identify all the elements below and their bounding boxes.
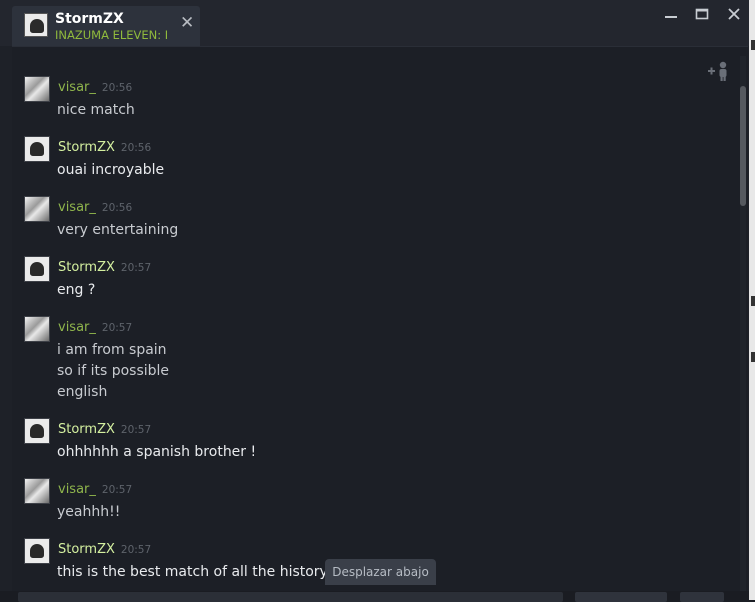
scrollbar-thumb[interactable] <box>740 86 746 206</box>
message-line: ohhhhhh a spanish brother ! <box>57 444 257 460</box>
message-line: nice match <box>57 102 135 118</box>
message-line: eng ? <box>57 282 96 298</box>
message-author[interactable]: StormZX 20:56 <box>58 140 151 155</box>
message-author[interactable]: visar_ 20:57 <box>58 320 132 335</box>
message-time: 20:57 <box>101 484 133 496</box>
message-author[interactable]: visar_ 20:57 <box>58 482 132 497</box>
message-time: 20:57 <box>120 424 152 436</box>
message-line: so if its possible <box>57 363 170 379</box>
scroll-down-button[interactable]: Desplazar abajo <box>325 559 436 585</box>
chat-log[interactable] <box>12 46 748 592</box>
send-button[interactable] <box>575 592 667 602</box>
avatar[interactable] <box>24 256 50 282</box>
avatar[interactable] <box>24 196 50 222</box>
desktop-edge-mark <box>751 296 755 306</box>
message-line: ouai incroyable <box>57 162 165 178</box>
minimize-button[interactable] <box>659 6 683 26</box>
chat-tab[interactable]: StormZX INAZUMA ELEVEN: I ✕ <box>12 6 200 46</box>
tab-friend-name: StormZX <box>55 11 124 27</box>
chat-window: StormZX INAZUMA ELEVEN: I ✕ visar_ 20:56 … <box>0 0 749 602</box>
message-time: 20:57 <box>120 262 152 274</box>
avatar[interactable] <box>24 538 50 564</box>
message-time: 20:56 <box>120 142 152 154</box>
message-time: 20:57 <box>101 322 133 334</box>
maximize-button[interactable] <box>690 6 714 26</box>
tab-game-status: INAZUMA ELEVEN: I <box>55 28 169 42</box>
desktop-edge-mark <box>751 352 755 362</box>
close-window-button[interactable] <box>722 6 746 26</box>
message-line: i am from spain <box>57 342 167 358</box>
message-author[interactable]: StormZX 20:57 <box>58 422 151 437</box>
tab-close-icon[interactable]: ✕ <box>180 13 194 33</box>
message-time: 20:56 <box>101 202 133 214</box>
add-user-icon <box>708 61 727 81</box>
message-author[interactable]: StormZX 20:57 <box>58 542 151 557</box>
add-friend-button[interactable] <box>706 60 732 82</box>
message-author[interactable]: StormZX 20:57 <box>58 260 151 275</box>
message-time: 20:57 <box>120 544 152 556</box>
minimize-icon <box>665 16 677 18</box>
chat-scrollbar[interactable] <box>740 56 746 591</box>
maximize-icon <box>695 8 709 20</box>
message-time: 20:56 <box>101 82 133 94</box>
avatar[interactable] <box>24 76 50 102</box>
title-bar[interactable]: StormZX INAZUMA ELEVEN: I ✕ <box>0 0 749 46</box>
message-author[interactable]: visar_ 20:56 <box>58 200 132 215</box>
avatar[interactable] <box>24 136 50 162</box>
message-line: yeahhh!! <box>57 504 121 520</box>
message-input[interactable] <box>18 592 563 602</box>
avatar[interactable] <box>24 316 50 342</box>
close-icon <box>728 8 740 20</box>
message-line: this is the best match of all the histor… <box>57 564 328 580</box>
avatar[interactable] <box>24 418 50 444</box>
message-line: english <box>57 384 108 400</box>
message-line: very entertaining <box>57 222 179 238</box>
message-author[interactable]: visar_ 20:56 <box>58 80 132 95</box>
emoticon-button[interactable] <box>680 592 724 602</box>
desktop-edge <box>749 0 755 600</box>
avatar[interactable] <box>24 478 50 504</box>
tab-avatar <box>24 13 48 37</box>
desktop-edge-mark <box>751 40 755 50</box>
